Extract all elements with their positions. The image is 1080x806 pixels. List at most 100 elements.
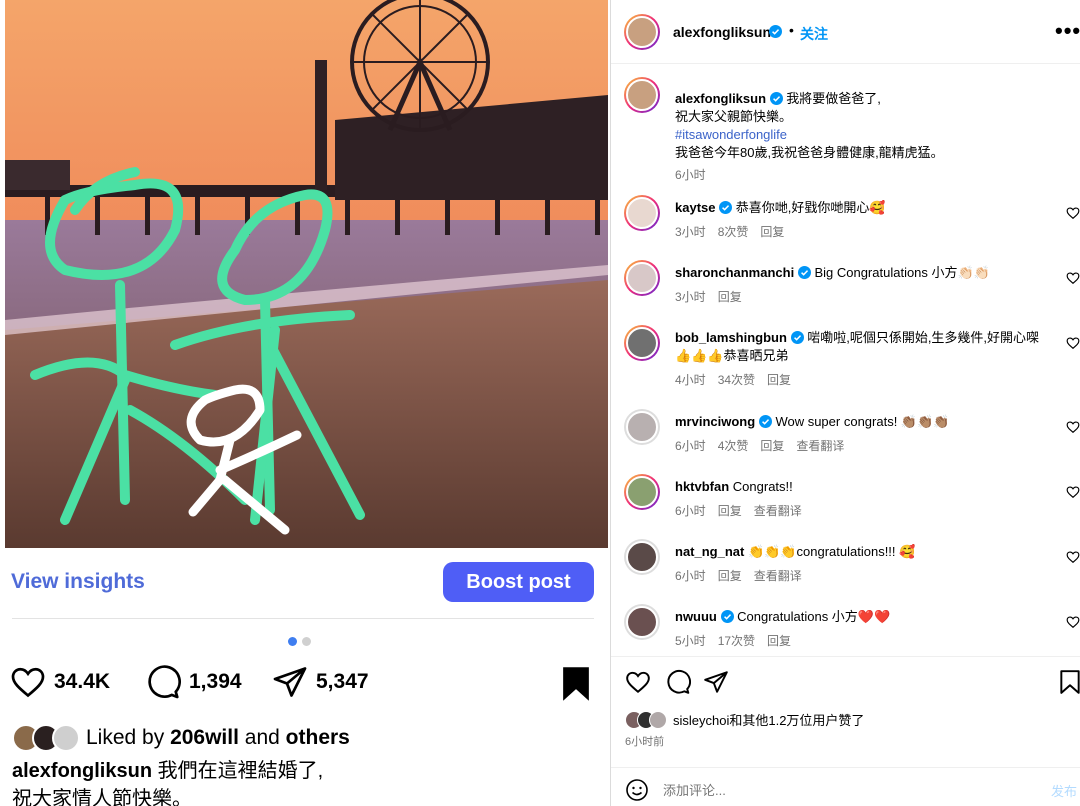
follow-button[interactable]: 关注	[800, 24, 828, 44]
timestamp: 4小时	[675, 373, 706, 387]
emoji-icon[interactable]	[625, 778, 649, 802]
post-actions: 34.4K 1,394 5,347	[10, 664, 600, 708]
avatar	[649, 710, 667, 729]
heart-icon[interactable]	[1066, 420, 1080, 434]
heart-icon[interactable]	[1066, 206, 1080, 220]
comment-action[interactable]: 1,394	[145, 664, 242, 700]
comment-username[interactable]: nat_ng_nat	[675, 544, 744, 559]
avatar[interactable]	[624, 260, 660, 296]
comment-username[interactable]: kaytse	[675, 200, 715, 215]
avatar[interactable]	[624, 409, 660, 445]
send-icon[interactable]	[703, 669, 729, 695]
heart-icon[interactable]	[1066, 615, 1080, 629]
comment-body: bob_lamshingbun 啱嘞啦,呢個只係開始,生多幾件,好開心㗎👍👍👍恭…	[675, 329, 1055, 389]
translate-link[interactable]: 查看翻译	[754, 504, 802, 518]
comments-list: alexfongliksun 我將要做爸爸了, 祝大家父親節快樂。 #itsaw…	[611, 64, 1080, 656]
comment-icon[interactable]	[665, 669, 691, 695]
bookmark-icon[interactable]	[1057, 669, 1080, 695]
liked-by-row: Liked by 206will and others	[12, 724, 350, 752]
caption-username[interactable]: alexfongliksun	[12, 760, 152, 782]
caption-body: alexfongliksun 我將要做爸爸了, 祝大家父親節快樂。 #itsaw…	[675, 90, 1055, 184]
comment-likes[interactable]: 34次赞	[718, 373, 755, 387]
comments-panel: alexfongliksun • 关注 ••• alexfongliksun 我…	[610, 0, 1080, 806]
reply-link[interactable]: 回复	[718, 504, 742, 518]
reply-link[interactable]: 回复	[718, 569, 742, 583]
avatar[interactable]	[624, 604, 660, 640]
comment-icon	[148, 665, 181, 699]
header-username[interactable]: alexfongliksun	[673, 24, 771, 40]
comment-username[interactable]: mrvinciwong	[675, 414, 755, 429]
avatar[interactable]	[624, 474, 660, 510]
send-icon	[273, 667, 307, 697]
likes-summary-text[interactable]: sisleychoi和其他1.2万位用户赞了	[673, 710, 864, 729]
post-caption: alexfongliksun 我們在這裡結婚了, 祝大家情人節快樂。	[12, 757, 323, 806]
heart-icon[interactable]	[1066, 485, 1080, 499]
timestamp: 5小时	[675, 634, 706, 648]
comment-input[interactable]	[663, 778, 1023, 802]
comment-body: sharonchanmanchi Big Congratulations 小方👏…	[675, 264, 1055, 306]
heart-icon[interactable]	[625, 669, 651, 695]
comment-body: nat_ng_nat 👏👏👏congratulations!!! 🥰 6小时 回复…	[675, 543, 1055, 585]
comment-likes[interactable]: 4次赞	[718, 439, 749, 453]
like-action[interactable]: 34.4K	[10, 664, 110, 700]
comment-username[interactable]: hktvbfan	[675, 479, 729, 494]
comment-text: Wow super congrats! 👏🏽👏🏽👏🏽	[775, 414, 950, 429]
carousel-indicator	[288, 637, 311, 646]
comment-body: mrvinciwong Wow super congrats! 👏🏽👏🏽👏🏽 6…	[675, 413, 1055, 455]
avatar[interactable]	[624, 14, 660, 50]
verified-icon	[758, 415, 772, 428]
reply-link[interactable]: 回复	[767, 634, 791, 648]
comment-body: hktvbfan Congrats!! 6小时 回复 查看翻译	[675, 478, 1055, 520]
liked-by-user[interactable]: 206will	[170, 726, 239, 749]
beach-pier-sunset-image	[5, 0, 608, 548]
post-time: 6小时前	[625, 736, 665, 748]
liked-by-others[interactable]: others	[286, 726, 350, 749]
timestamp: 6小时	[675, 439, 706, 453]
heart-icon[interactable]	[1066, 550, 1080, 564]
liked-by-summary: sisleychoi和其他1.2万位用户赞了	[625, 710, 864, 729]
avatar[interactable]	[624, 539, 660, 575]
post-comment-button[interactable]: 发布	[1051, 781, 1077, 800]
heart-icon[interactable]	[1066, 336, 1080, 350]
hashtag-link[interactable]: #itsawonderfonglife	[675, 126, 1055, 144]
like-count: 34.4K	[54, 670, 111, 693]
avatar[interactable]	[624, 77, 660, 113]
boost-post-button[interactable]: Boost post	[443, 562, 594, 602]
view-insights-link[interactable]: View insights	[11, 570, 145, 594]
timestamp: 6小时	[675, 504, 706, 518]
caption-line: 我們在這裡結婚了,	[157, 760, 324, 782]
post-photo	[5, 0, 608, 548]
translate-link[interactable]: 查看翻译	[796, 439, 844, 453]
comment-text: Congrats!!	[732, 479, 793, 494]
post-footer: sisleychoi和其他1.2万位用户赞了 6小时前 发布	[611, 656, 1080, 806]
verified-icon	[769, 92, 783, 105]
bookmark-icon[interactable]	[560, 666, 592, 702]
avatar[interactable]	[624, 195, 660, 231]
translate-link[interactable]: 查看翻译	[754, 569, 802, 583]
verified-icon	[720, 610, 734, 623]
reply-link[interactable]: 回复	[760, 439, 784, 453]
comment-username[interactable]: bob_lamshingbun	[675, 330, 787, 345]
caption-line: 祝大家情人節快樂。	[12, 788, 192, 806]
comment-likes[interactable]: 8次赞	[718, 225, 749, 239]
comment-text: 恭喜你哋,好戥你哋開心🥰	[735, 200, 886, 215]
reply-link[interactable]: 回复	[718, 290, 742, 304]
share-count: 5,347	[316, 670, 369, 693]
timestamp: 6小时	[675, 569, 706, 583]
timestamp: 6小时	[675, 168, 706, 182]
avatar[interactable]	[624, 325, 660, 361]
separator-dot: •	[789, 22, 794, 38]
caption-text: 我爸爸今年80歲,我祝爸爸身體健康,龍精虎猛。	[675, 145, 944, 160]
comment-username[interactable]: sharonchanmanchi	[675, 265, 794, 280]
caption-username[interactable]: alexfongliksun	[675, 91, 766, 106]
caption-text: 祝大家父親節快樂。	[675, 109, 793, 124]
share-action[interactable]: 5,347	[272, 664, 369, 700]
timestamp: 3小时	[675, 225, 706, 239]
verified-icon	[769, 25, 782, 38]
heart-icon[interactable]	[1066, 271, 1080, 285]
reply-link[interactable]: 回复	[760, 225, 784, 239]
comment-likes[interactable]: 17次赞	[718, 634, 755, 648]
more-options-icon[interactable]: •••	[1055, 18, 1080, 44]
reply-link[interactable]: 回复	[767, 373, 791, 387]
comment-username[interactable]: nwuuu	[675, 609, 717, 624]
